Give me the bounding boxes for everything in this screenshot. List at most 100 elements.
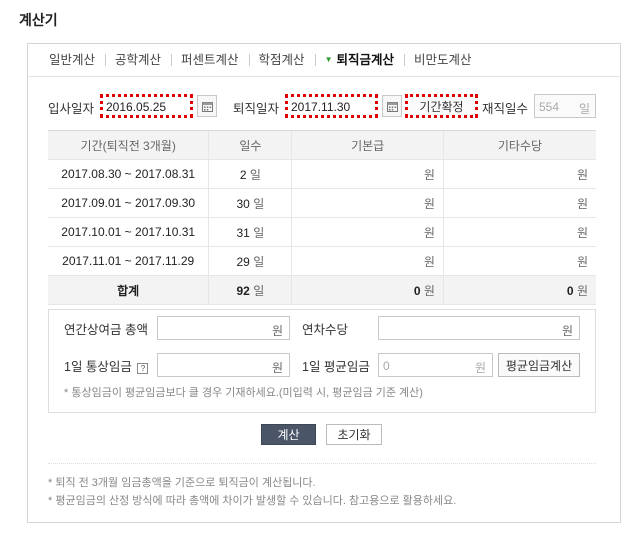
- base-pay-input[interactable]: 원: [291, 159, 444, 189]
- period-cell: 2017.09.01 ~ 2017.09.30: [48, 188, 209, 218]
- header-base-pay: 기본급: [291, 130, 444, 160]
- help-icon[interactable]: ?: [137, 363, 149, 374]
- won-unit: 원: [576, 254, 588, 269]
- days-cell: 2 일: [208, 159, 292, 189]
- avg-wage-calc-button[interactable]: 평균임금계산: [498, 353, 580, 377]
- date-row: 입사일자 2016.05.25 퇴직일자 2017.11.30 기간확정 재직일…: [28, 94, 620, 120]
- avg-wage-label: 1일 평균임금: [302, 360, 370, 374]
- ordinary-wage-label: 1일 통상임금 ?: [64, 356, 149, 375]
- calculator-tabs: 일반계산 공학계산 퍼센트계산 학점계산 ▼ 퇴직금계산 비만도계산: [28, 44, 620, 77]
- divider: [48, 463, 596, 464]
- extra-pay-input[interactable]: 원: [442, 188, 596, 218]
- ordinary-wage-text: 1일 통상임금: [64, 360, 132, 374]
- days-value: 2: [239, 167, 247, 182]
- start-calendar-button[interactable]: [197, 95, 217, 117]
- base-pay-input[interactable]: 원: [291, 246, 444, 276]
- action-buttons: 계산 초기화: [28, 424, 620, 446]
- tab-label: 퍼센트계산: [181, 53, 239, 67]
- start-date-input[interactable]: 2016.05.25: [100, 94, 193, 118]
- tenure-unit: 일: [578, 102, 590, 116]
- tab-label: 비만도계산: [414, 53, 472, 67]
- avg-wage-value: 0: [383, 359, 390, 373]
- won-unit: 원: [576, 283, 588, 298]
- days-value: 29: [236, 254, 250, 269]
- total-base-cell: 0 원: [291, 275, 444, 305]
- tab-grade[interactable]: 학점계산: [248, 53, 315, 67]
- tab-engineering[interactable]: 공학계산: [105, 53, 171, 67]
- avg-wage-field: 0원: [378, 353, 493, 377]
- total-label: 합계: [48, 275, 209, 305]
- annual-leave-input[interactable]: 원: [378, 316, 580, 340]
- header-extra-pay: 기타수당: [442, 130, 596, 160]
- day-unit: 일: [253, 225, 265, 240]
- triangle-down-icon: ▼: [324, 55, 333, 64]
- tenure-value: 554: [539, 100, 560, 114]
- start-date-label: 입사일자: [48, 102, 95, 116]
- table-header-row: 기간(퇴직전 3개월) 일수 기본급 기타수당: [48, 130, 596, 160]
- annual-bonus-input[interactable]: 원: [157, 316, 290, 340]
- extra-pay-input[interactable]: 원: [442, 217, 596, 247]
- table-row: 2017.08.30 ~ 2017.08.31 2 일 원 원: [48, 159, 596, 189]
- won-unit: 원: [423, 254, 435, 269]
- tab-label: 퇴직금계산: [336, 53, 394, 67]
- total-days-cell: 92 일: [208, 275, 292, 305]
- won-unit: 원: [271, 324, 283, 338]
- won-unit: 원: [576, 225, 588, 240]
- tab-percent[interactable]: 퍼센트계산: [171, 53, 249, 67]
- day-unit: 일: [253, 283, 265, 298]
- end-date-input[interactable]: 2017.11.30: [285, 94, 378, 118]
- won-unit: 원: [423, 283, 435, 298]
- days-cell: 31 일: [208, 217, 292, 247]
- table-row: 2017.09.01 ~ 2017.09.30 30 일 원 원: [48, 188, 596, 218]
- day-unit: 일: [253, 254, 265, 269]
- day-unit: 일: [249, 167, 261, 182]
- won-unit: 원: [561, 324, 573, 338]
- header-days: 일수: [208, 130, 292, 160]
- extra-pay-input[interactable]: 원: [442, 159, 596, 189]
- additional-wage-box: 연간상여금 총액 원 연차수당 원 1일 통상임금 ? 원 1일 평균임금 0원…: [48, 309, 596, 413]
- won-unit: 원: [474, 361, 486, 375]
- reset-button[interactable]: 초기화: [326, 424, 382, 445]
- tab-label: 일반계산: [49, 53, 96, 67]
- table-row: 2017.10.01 ~ 2017.10.31 31 일 원 원: [48, 217, 596, 247]
- days-cell: 29 일: [208, 246, 292, 276]
- confirm-period-button[interactable]: 기간확정: [405, 94, 478, 118]
- end-date-label: 퇴직일자: [233, 102, 280, 116]
- tab-severance[interactable]: ▼ 퇴직금계산: [314, 53, 404, 67]
- period-cell: 2017.08.30 ~ 2017.08.31: [48, 159, 209, 189]
- base-pay-input[interactable]: 원: [291, 188, 444, 218]
- day-unit: 일: [253, 196, 265, 211]
- base-pay-input[interactable]: 원: [291, 217, 444, 247]
- bonus-label: 연간상여금 총액: [64, 323, 148, 337]
- tab-general[interactable]: 일반계산: [39, 53, 105, 67]
- won-unit: 원: [576, 196, 588, 211]
- total-row: 합계 92 일 0 원 0 원: [48, 275, 596, 305]
- period-cell: 2017.11.01 ~ 2017.11.29: [48, 246, 209, 276]
- tab-label: 공학계산: [115, 53, 162, 67]
- salary-table: 기간(퇴직전 3개월) 일수 기본급 기타수당 2017.08.30 ~ 201…: [48, 130, 596, 305]
- won-unit: 원: [423, 196, 435, 211]
- total-extra-cell: 0 원: [442, 275, 596, 305]
- extra-pay-input[interactable]: 원: [442, 246, 596, 276]
- footer-note-2: * 평균임금의 산정 방식에 따라 총액에 차이가 발생할 수 있습니다. 참고…: [48, 495, 457, 507]
- annual-leave-label: 연차수당: [302, 323, 349, 337]
- calculator-panel: 일반계산 공학계산 퍼센트계산 학점계산 ▼ 퇴직금계산 비만도계산 입사일자 2…: [27, 43, 621, 523]
- table-row: 2017.11.01 ~ 2017.11.29 29 일 원 원: [48, 246, 596, 276]
- ordinary-wage-input[interactable]: 원: [157, 353, 290, 377]
- tab-obesity[interactable]: 비만도계산: [404, 53, 482, 67]
- tenure-label: 재직일수: [482, 102, 529, 116]
- calendar-icon: [201, 101, 213, 112]
- won-unit: 원: [423, 225, 435, 240]
- header-period: 기간(퇴직전 3개월): [48, 130, 209, 160]
- won-unit: 원: [271, 361, 283, 375]
- calculate-button[interactable]: 계산: [261, 424, 316, 445]
- days-value: 31: [236, 225, 250, 240]
- footer-note-1: * 퇴직 전 3개월 임금총액을 기준으로 퇴직금이 계산됩니다.: [48, 477, 316, 489]
- won-unit: 원: [423, 167, 435, 182]
- end-calendar-button[interactable]: [382, 95, 402, 117]
- days-value: 30: [236, 196, 250, 211]
- total-base-value: 0: [413, 283, 421, 298]
- total-days-value: 92: [236, 283, 250, 298]
- wage-note: * 통상임금이 평균임금보다 클 경우 기재하세요.(미입력 시, 평균임금 기…: [64, 387, 423, 399]
- calendar-icon: [386, 101, 398, 112]
